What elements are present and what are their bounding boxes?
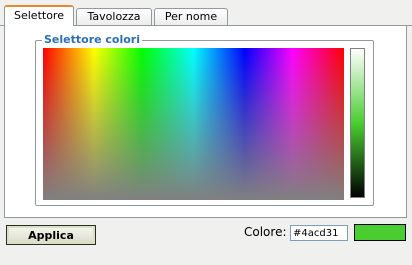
color-label: Colore:: [244, 225, 287, 239]
tab-bar: Selettore Tavolozza Per nome: [0, 0, 412, 26]
color-picker-legend: Selettore colori: [42, 33, 143, 46]
tab-per-nome[interactable]: Per nome: [154, 8, 228, 25]
tab-selettore[interactable]: Selettore: [4, 5, 74, 26]
color-preview-swatch: [354, 224, 406, 241]
brightness-slider[interactable]: [350, 48, 365, 198]
tab-tavolozza[interactable]: Tavolozza: [76, 8, 152, 25]
color-map[interactable]: [43, 48, 344, 200]
color-hex-input[interactable]: [290, 225, 348, 241]
apply-button[interactable]: Applica: [6, 225, 96, 245]
